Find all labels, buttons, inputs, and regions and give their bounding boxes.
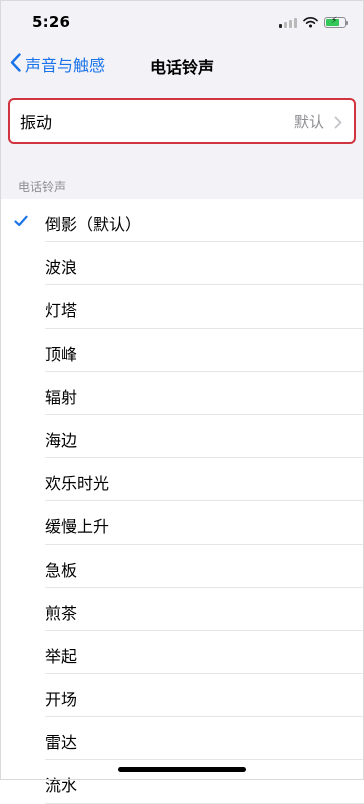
status-bar: 5:26 ⚡: [0, 0, 364, 44]
ringtone-item[interactable]: 煎茶: [0, 588, 364, 631]
ringtone-label: 倒影（默认）: [45, 215, 142, 234]
navigation-bar: 声音与触感 电话铃声: [0, 44, 364, 84]
section-header: 电话铃声: [18, 180, 67, 194]
ringtone-item[interactable]: 灯塔: [0, 285, 364, 329]
ringtone-label: 煎茶: [45, 603, 78, 623]
vibration-label: 振动: [20, 113, 53, 132]
ringtone-label: 欢乐时光: [45, 474, 110, 494]
ringtone-item[interactable]: 举起: [0, 631, 364, 675]
ringtone-item[interactable]: 欢乐时光: [0, 458, 364, 502]
checkmark-icon: [14, 212, 28, 231]
ringtone-label: 海边: [45, 430, 78, 450]
ringtone-item[interactable]: 海边: [0, 415, 364, 459]
ringtone-label: 流水: [45, 776, 78, 796]
ringtone-label: 雷达: [45, 733, 78, 753]
ringtone-item[interactable]: 顶峰: [0, 329, 364, 372]
ringtone-label: 顶峰: [45, 344, 78, 364]
ringtone-list: 倒影（默认） 波浪灯塔顶峰辐射海边欢乐时光缓慢上升急板煎茶举起开场雷达流水: [0, 199, 364, 804]
status-icons: ⚡: [279, 13, 348, 32]
ringtone-label: 辐射: [45, 387, 78, 407]
signal-icon: [279, 17, 297, 28]
ringtone-label: 灯塔: [45, 301, 78, 321]
ringtone-item[interactable]: 缓慢上升: [0, 501, 364, 545]
ringtone-label: 急板: [45, 560, 78, 580]
ringtone-item[interactable]: 倒影（默认）: [0, 199, 364, 243]
vibration-value: 默认: [293, 112, 324, 131]
ringtone-item[interactable]: 波浪: [0, 242, 364, 286]
ringtone-label: 开场: [45, 690, 78, 710]
charging-icon: ⚡: [331, 15, 338, 26]
ringtone-item[interactable]: 雷达: [0, 717, 364, 761]
row-separator: [45, 802, 364, 804]
battery-icon: ⚡: [324, 15, 348, 28]
status-time: 5:26: [32, 13, 71, 31]
ringtone-label: 缓慢上升: [45, 517, 110, 537]
home-indicator: [118, 767, 246, 772]
ringtone-item[interactable]: 辐射: [0, 372, 364, 415]
chevron-right-icon: [334, 114, 342, 133]
ringtone-label: 举起: [45, 646, 78, 666]
ringtone-label: 波浪: [45, 258, 78, 278]
vibration-row[interactable]: 振动 默认: [8, 98, 356, 144]
wifi-icon: [303, 13, 318, 32]
ringtone-item[interactable]: 急板: [0, 545, 364, 588]
ringtone-item[interactable]: 开场: [0, 674, 364, 718]
page-title: 电话铃声: [149, 58, 214, 77]
